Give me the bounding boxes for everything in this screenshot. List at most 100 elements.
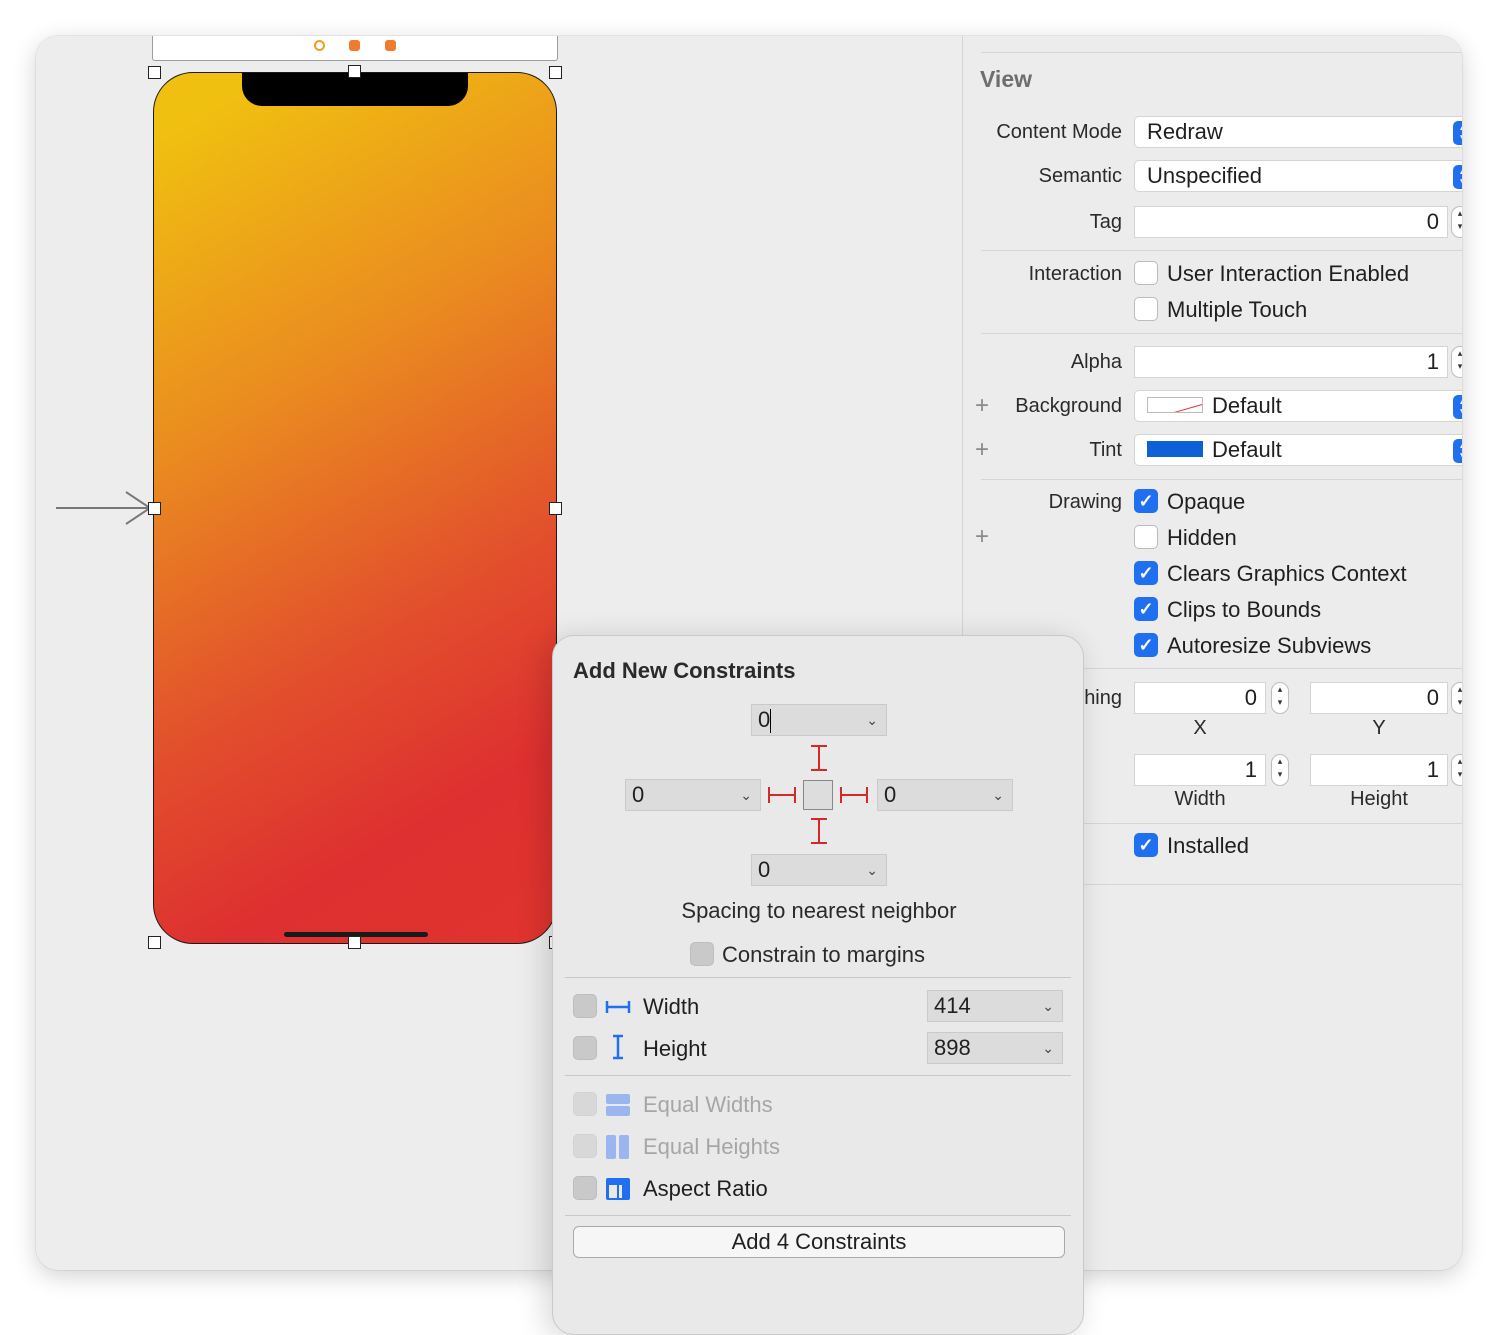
right-spacing-combo[interactable]: 0 ⌄	[877, 779, 1013, 811]
top-strut[interactable]	[818, 746, 820, 770]
checkbox-box[interactable]	[1134, 525, 1158, 550]
popover-title: Add New Constraints	[573, 658, 796, 683]
stretching-width-stepper[interactable]: ▴ ▾	[1271, 754, 1289, 786]
separator	[981, 52, 1462, 53]
height-checkbox[interactable]	[573, 1036, 597, 1060]
stretching-height-stepper[interactable]: ▴ ▾	[1451, 754, 1462, 786]
add-variation-icon[interactable]: +	[975, 436, 989, 464]
checkbox-label: Clips to Bounds	[1167, 597, 1322, 622]
text-cursor	[770, 709, 772, 734]
bottom-spacing-value[interactable]: 0	[758, 857, 770, 882]
stretching-y-field[interactable]: 0	[1310, 682, 1448, 714]
tint-label: Tint	[1089, 439, 1122, 461]
autoresize-subviews-checkbox[interactable]: ✓ Autoresize Subviews	[1134, 633, 1371, 661]
equal-heights-checkbox	[573, 1134, 597, 1158]
checkbox-box[interactable]	[1134, 261, 1158, 286]
installed-checkbox[interactable]: ✓ Installed	[1134, 833, 1249, 861]
width-value[interactable]: 414	[934, 993, 971, 1018]
add-variation-icon[interactable]: +	[975, 392, 989, 420]
left-spacing-value[interactable]: 0	[632, 782, 644, 807]
chevron-down-icon[interactable]: ⌄	[1042, 991, 1054, 1021]
height-label: Height	[643, 1036, 707, 1061]
top-spacing-value[interactable]: 0	[758, 707, 770, 732]
chevron-down-icon[interactable]: ⌄	[866, 705, 878, 735]
resize-handle-bottom[interactable]	[348, 936, 361, 949]
checkmark-icon[interactable]: ✓	[1134, 597, 1158, 622]
tag-field[interactable]: 0	[1134, 206, 1448, 238]
background-popup[interactable]: Default ▲▼	[1134, 390, 1462, 422]
y-caption: Y	[1372, 717, 1386, 739]
add-constraints-popover: Add New Constraints 0 ⌄ 0 ⌄ 0 ⌄ 0 ⌄ Spac…	[552, 635, 1084, 1335]
right-strut[interactable]	[841, 794, 867, 796]
resize-handle-right[interactable]	[549, 502, 562, 515]
width-label: Width	[643, 994, 700, 1019]
constrain-to-margins-checkbox[interactable]	[690, 942, 714, 966]
opaque-checkbox[interactable]: ✓ Opaque	[1134, 489, 1245, 517]
resize-handle-left[interactable]	[148, 502, 161, 515]
tag-stepper[interactable]: ▴ ▾	[1451, 206, 1462, 238]
iphone-view[interactable]	[153, 72, 557, 944]
resize-handle-bottom-left[interactable]	[148, 936, 161, 949]
aspect-ratio-checkbox[interactable]	[573, 1176, 597, 1200]
chevron-down-icon[interactable]: ⌄	[866, 855, 878, 885]
checkmark-icon[interactable]: ✓	[1134, 833, 1158, 858]
add-variation-icon[interactable]: +	[975, 523, 989, 551]
popup-chevrons-icon: ▲▼	[1453, 121, 1462, 145]
stretching-x-stepper[interactable]: ▴ ▾	[1271, 682, 1289, 714]
width-value-combo[interactable]: 414 ⌄	[927, 990, 1063, 1022]
top-spacing-combo[interactable]: 0 ⌄	[751, 704, 887, 736]
bottom-spacing-combo[interactable]: 0 ⌄	[751, 854, 887, 886]
tint-value: Default	[1212, 437, 1282, 462]
equal-widths-label: Equal Widths	[643, 1092, 773, 1117]
clears-graphics-context-checkbox[interactable]: ✓ Clears Graphics Context	[1134, 561, 1407, 589]
left-strut[interactable]	[769, 794, 795, 796]
right-strut-cap	[866, 787, 868, 803]
content-mode-popup[interactable]: Redraw ▲▼	[1134, 116, 1462, 148]
bottom-strut[interactable]	[818, 819, 820, 843]
hidden-checkbox[interactable]: Hidden	[1134, 525, 1237, 553]
chevron-down-icon[interactable]: ⌄	[1042, 1033, 1054, 1063]
checkbox-label: Installed	[1167, 833, 1249, 858]
stretching-y-stepper[interactable]: ▴ ▾	[1451, 682, 1462, 714]
exit-icon[interactable]	[385, 40, 396, 51]
resize-handle-top[interactable]	[348, 65, 361, 78]
checkmark-icon[interactable]: ✓	[1134, 633, 1158, 658]
separator	[981, 250, 1462, 251]
right-spacing-value[interactable]: 0	[884, 782, 896, 807]
chevron-down-icon[interactable]: ⌄	[992, 780, 1004, 810]
height-value[interactable]: 898	[934, 1035, 971, 1060]
multiple-touch-checkbox[interactable]: Multiple Touch	[1134, 297, 1307, 325]
stretching-width-field[interactable]: 1	[1134, 754, 1266, 786]
resize-handle-top-left[interactable]	[148, 66, 161, 79]
first-responder-icon[interactable]	[349, 40, 360, 51]
height-value-combo[interactable]: 898 ⌄	[927, 1032, 1063, 1064]
scene-dock	[152, 36, 558, 61]
add-constraints-button[interactable]: Add 4 Constraints	[573, 1226, 1065, 1258]
popup-chevrons-icon: ▲▼	[1453, 439, 1462, 463]
top-strut-cap	[811, 745, 827, 747]
equal-widths-icon	[606, 1094, 630, 1116]
aspect-ratio-label: Aspect Ratio	[643, 1176, 768, 1201]
alpha-field[interactable]: 1	[1134, 346, 1448, 378]
checkmark-icon[interactable]: ✓	[1134, 489, 1158, 514]
semantic-label: Semantic	[1038, 165, 1122, 187]
left-spacing-combo[interactable]: 0 ⌄	[625, 779, 761, 811]
tint-popup[interactable]: Default ▲▼	[1134, 434, 1462, 466]
view-controller-icon[interactable]	[314, 40, 325, 51]
resize-handle-top-right[interactable]	[549, 66, 562, 79]
clips-to-bounds-checkbox[interactable]: ✓ Clips to Bounds	[1134, 597, 1321, 625]
checkbox-box[interactable]	[1134, 297, 1158, 322]
alpha-stepper[interactable]: ▴ ▾	[1451, 346, 1462, 378]
semantic-popup[interactable]: Unspecified ▲▼	[1134, 160, 1462, 192]
x-caption: X	[1193, 717, 1207, 739]
chevron-down-icon[interactable]: ⌄	[740, 780, 752, 810]
user-interaction-enabled-checkbox[interactable]: User Interaction Enabled	[1134, 261, 1409, 289]
width-checkbox[interactable]	[573, 994, 597, 1018]
width-caption: Width	[1174, 788, 1226, 810]
checkbox-label: Multiple Touch	[1167, 297, 1308, 322]
checkmark-icon[interactable]: ✓	[1134, 561, 1158, 586]
stretching-height-field[interactable]: 1	[1310, 754, 1448, 786]
stretching-x-field[interactable]: 0	[1134, 682, 1266, 714]
left-strut-cap	[794, 787, 796, 803]
equal-heights-label: Equal Heights	[643, 1134, 780, 1159]
